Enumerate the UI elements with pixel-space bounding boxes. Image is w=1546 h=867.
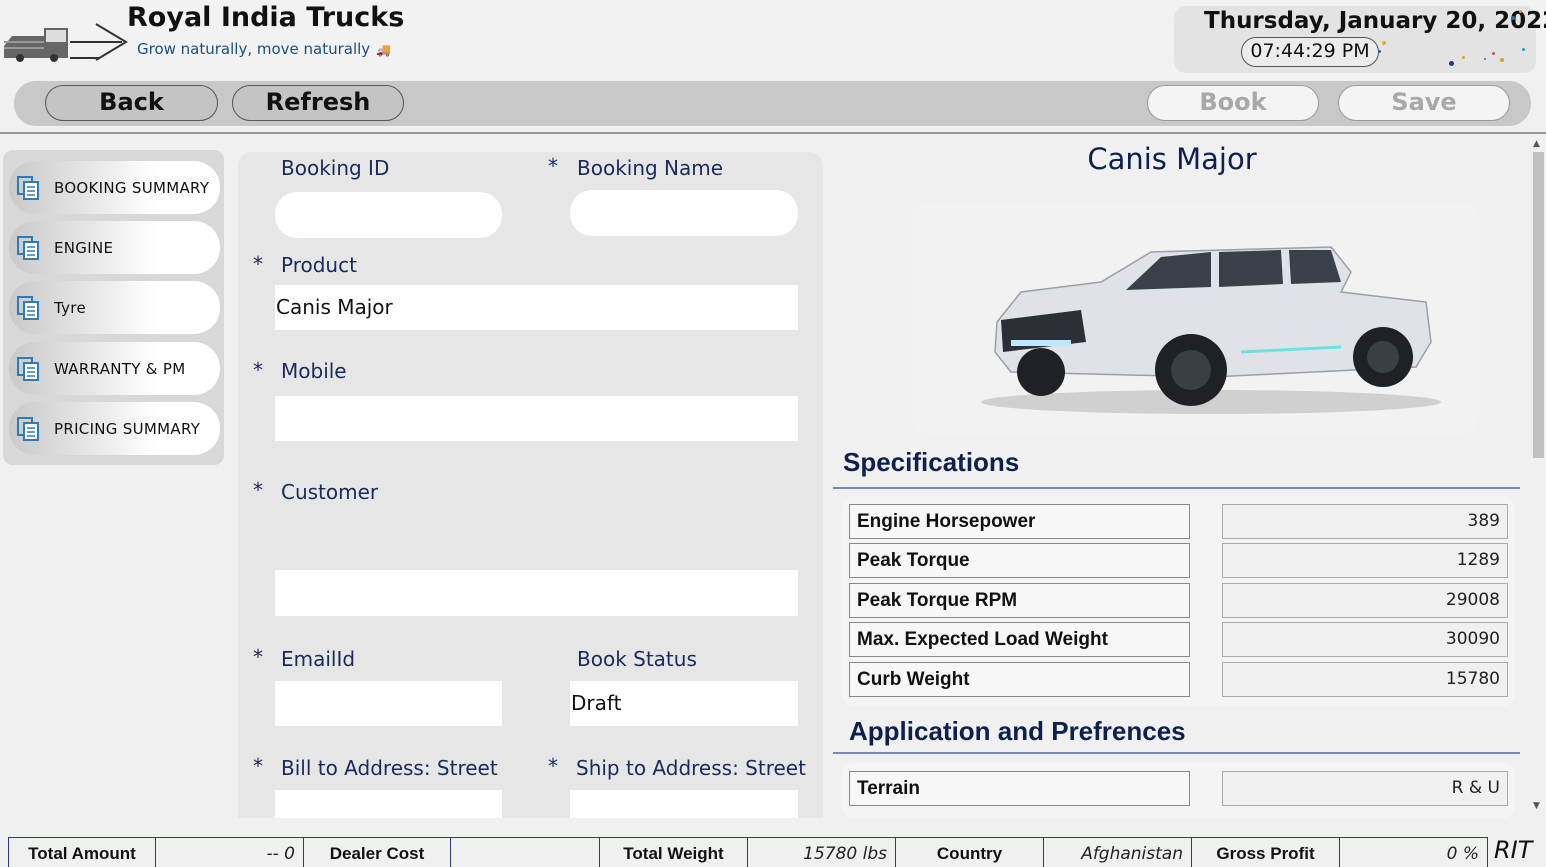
spec-label: Peak Torque [849, 543, 1190, 578]
action-toolbar: Back Refresh Book Save [14, 81, 1531, 126]
spec-value: 389 [1222, 504, 1508, 539]
spec-label: Engine Horsepower [849, 504, 1190, 539]
sidebar-item-warranty-pm[interactable]: WARRANTY & PM [9, 342, 220, 395]
book-button[interactable]: Book [1147, 85, 1319, 121]
required-marker: * [253, 252, 263, 276]
brand-mark: RIT [1494, 836, 1533, 864]
sidebar-item-engine[interactable]: ENGINE [9, 221, 220, 274]
required-marker: * [253, 645, 263, 669]
spec-value: 15780 [1222, 662, 1508, 697]
product-image-frame [911, 202, 1479, 434]
confetti-dot [1484, 58, 1486, 60]
back-button[interactable]: Back [45, 85, 218, 121]
spec-value: 29008 [1222, 583, 1508, 618]
app-tagline: Grow naturally, move naturally 🚚 [137, 40, 391, 58]
specifications-heading: Specifications [843, 447, 1020, 477]
confetti-dot [1519, 10, 1522, 13]
scroll-up-arrow-icon[interactable]: ▲ [1533, 139, 1540, 149]
customer-input[interactable] [275, 570, 798, 616]
confetti-dot [1378, 50, 1381, 53]
tagline-text: Grow naturally, move naturally [137, 40, 371, 58]
confetti-dot [1462, 56, 1465, 59]
current-time: 07:44:29 PM [1241, 37, 1379, 67]
sidebar-nav: BOOKING SUMMARY ENGINE Tyre WARRANTY & P… [3, 150, 224, 465]
documents-icon [17, 176, 39, 200]
refresh-button[interactable]: Refresh [232, 85, 404, 121]
required-marker: * [253, 478, 263, 502]
documents-icon [17, 357, 39, 381]
country-value: Afghanistan [1043, 837, 1192, 867]
required-marker: * [253, 754, 263, 778]
product-title: Canis Major [1087, 142, 1257, 176]
application-value: R & U [1222, 771, 1508, 806]
booking-name-label: Booking Name [577, 156, 724, 180]
sidebar-item-booking-summary[interactable]: BOOKING SUMMARY [9, 161, 220, 214]
sidebar-item-label: PRICING SUMMARY [54, 420, 201, 438]
booking-id-input[interactable] [275, 192, 502, 238]
spec-label: Peak Torque RPM [849, 583, 1190, 618]
application-label: Terrain [849, 771, 1190, 806]
header-divider [0, 132, 1546, 134]
bill-street-label: Bill to Address: Street [281, 756, 498, 780]
product-label: Product [281, 253, 357, 277]
required-marker: * [253, 358, 263, 382]
save-button[interactable]: Save [1338, 85, 1510, 121]
dealer-cost-value [450, 837, 600, 867]
product-value: Canis Major [276, 295, 393, 319]
confetti-dot [1492, 52, 1495, 55]
pickup-truck-image [981, 246, 1441, 414]
confetti-dot [1511, 16, 1515, 20]
sidebar-item-label: ENGINE [54, 239, 114, 257]
documents-icon [17, 296, 39, 320]
app-header: Royal India Trucks Grow naturally, move … [0, 0, 1546, 80]
spec-label: Curb Weight [849, 662, 1190, 697]
confetti-dot [1522, 48, 1525, 51]
documents-icon [17, 236, 39, 260]
date-time-panel: Thursday, January 20, 2022 07:44:29 PM [1174, 6, 1546, 73]
documents-icon [17, 417, 39, 441]
book-status-value: Draft [571, 691, 622, 715]
total-weight-value: 15780 lbs [747, 837, 896, 867]
sidebar-item-pricing-summary[interactable]: PRICING SUMMARY [9, 402, 220, 455]
book-status-label: Book Status [577, 647, 697, 671]
sidebar-item-label: Tyre [54, 299, 86, 317]
spec-value: 1289 [1222, 543, 1508, 578]
scroll-down-arrow-icon[interactable]: ▼ [1533, 801, 1540, 811]
confetti-dot [1449, 61, 1454, 66]
gross-profit-value: 0 % [1339, 837, 1488, 867]
country-label: Country [895, 837, 1044, 867]
application-heading: Application and Prefrences [849, 716, 1186, 746]
sidebar-item-label: BOOKING SUMMARY [54, 179, 210, 197]
email-input[interactable] [275, 681, 502, 726]
gross-profit-label: Gross Profit [1191, 837, 1340, 867]
required-marker: * [548, 754, 558, 778]
scrollbar-thumb[interactable] [1533, 152, 1544, 458]
section-divider [833, 487, 1520, 489]
confetti-dot [1382, 41, 1386, 45]
customer-label: Customer [281, 480, 379, 504]
spec-value: 30090 [1222, 622, 1508, 657]
email-label: EmailId [281, 647, 356, 671]
required-marker: * [548, 154, 558, 178]
total-weight-label: Total Weight [599, 837, 748, 867]
current-date: Thursday, January 20, 2022 [1204, 8, 1546, 34]
total-amount-value: -- 0 [155, 837, 304, 867]
mobile-input[interactable] [275, 396, 798, 441]
section-divider [833, 752, 1520, 754]
sidebar-item-tyre[interactable]: Tyre [9, 281, 220, 334]
bill-street-input[interactable] [275, 790, 502, 818]
total-amount-label: Total Amount [8, 837, 156, 867]
booking-id-label: Booking ID [281, 156, 390, 180]
delivery-truck-icon: 🚚 [376, 43, 392, 57]
truck-logo-icon [4, 23, 128, 62]
sidebar-item-label: WARRANTY & PM [54, 360, 186, 378]
ship-street-input[interactable] [570, 790, 798, 818]
dealer-cost-label: Dealer Cost [303, 837, 451, 867]
spec-label: Max. Expected Load Weight [849, 622, 1190, 657]
confetti-dot [1500, 58, 1504, 62]
booking-name-input[interactable] [570, 190, 798, 236]
app-title: Royal India Trucks [127, 2, 405, 33]
mobile-label: Mobile [281, 359, 347, 383]
ship-street-label: Ship to Address: Street [576, 756, 806, 780]
